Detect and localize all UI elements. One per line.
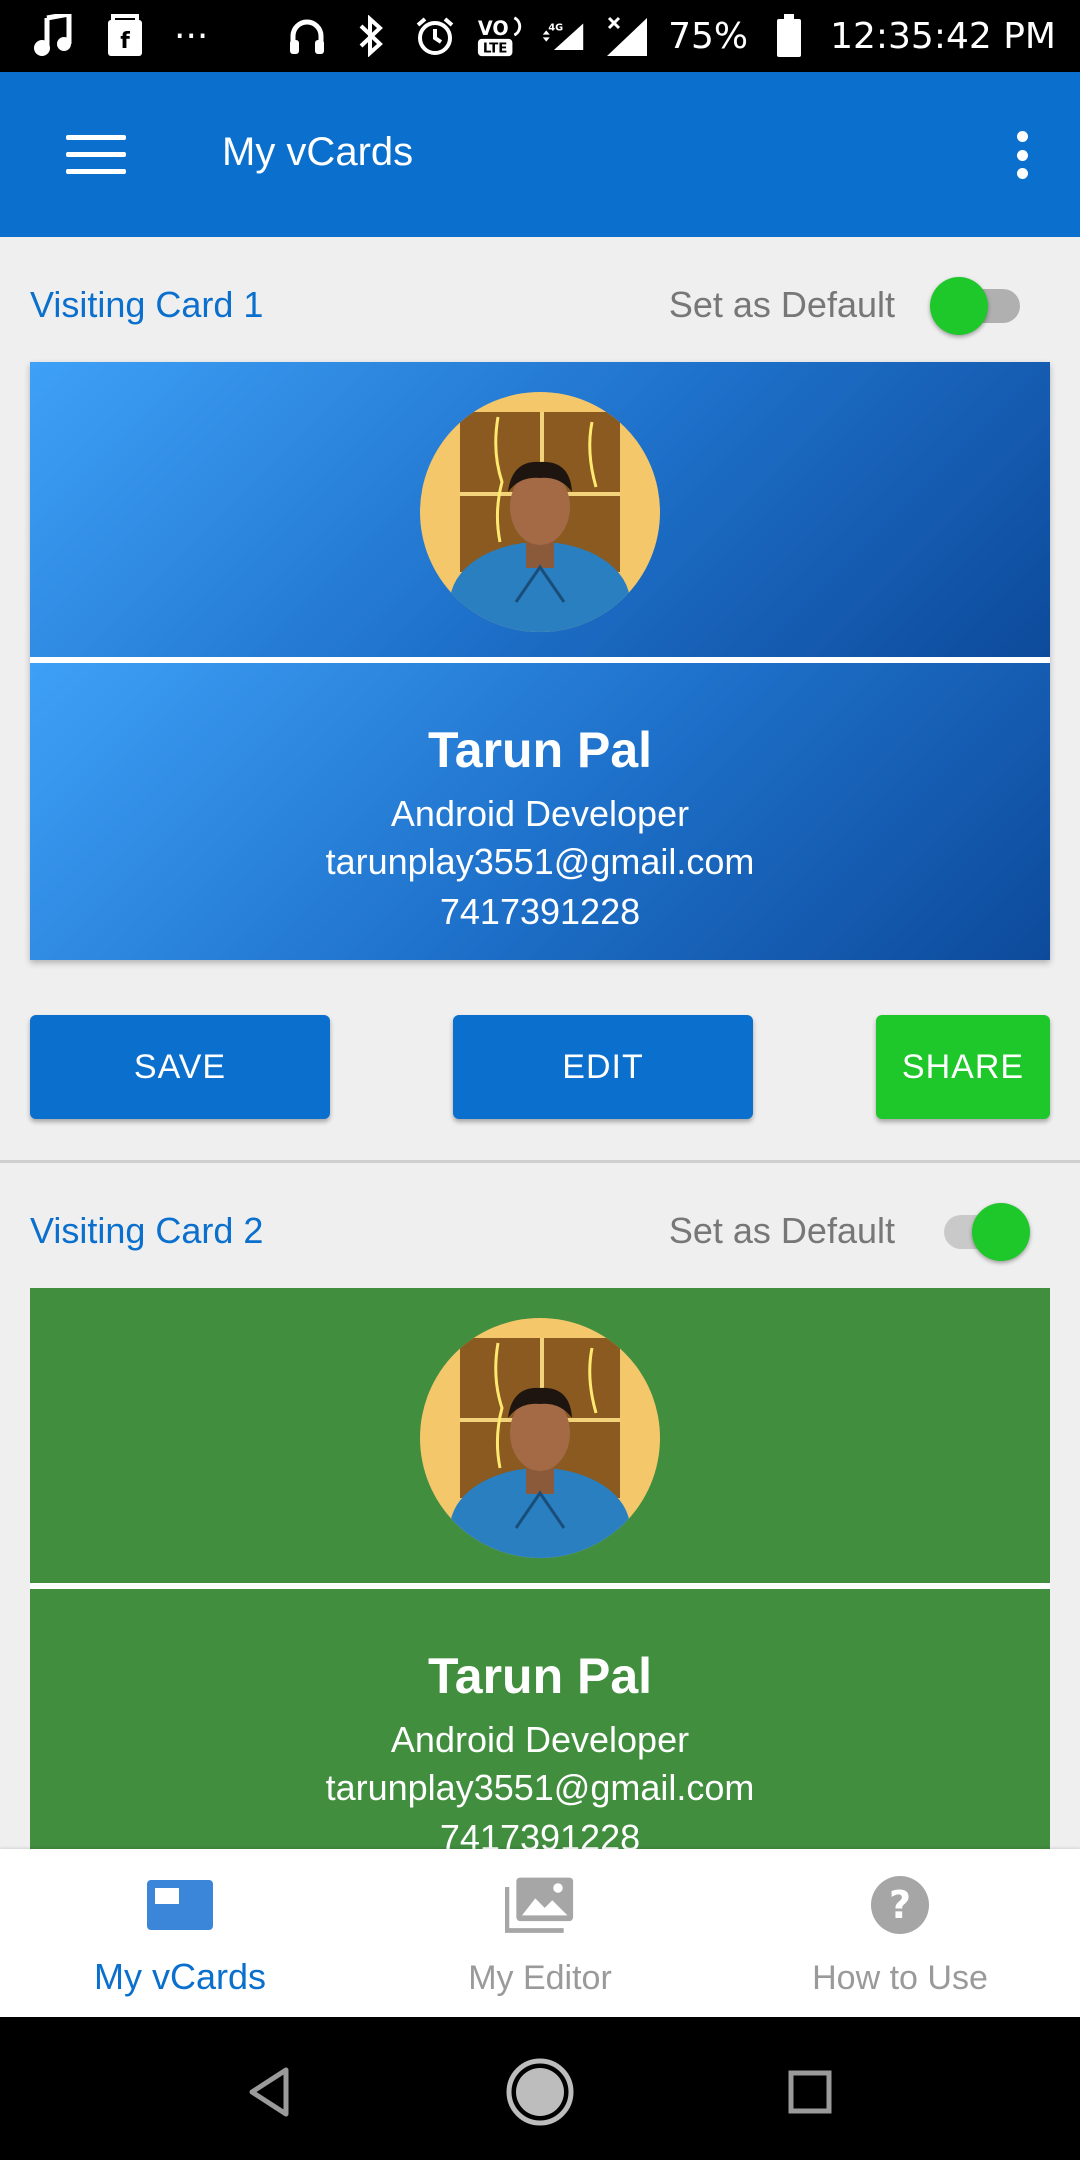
share-button[interactable]: SHARE	[876, 1015, 1050, 1119]
avatar	[420, 392, 660, 632]
nav-my-editor[interactable]: My Editor	[360, 1849, 720, 2017]
card-list[interactable]: Visiting Card 1 Set as Default Tarun Pal…	[0, 237, 1080, 1849]
music-note-icon	[30, 13, 76, 59]
battery-icon	[766, 13, 812, 59]
set-default-label: Set as Default	[668, 284, 895, 325]
bluetooth-icon	[348, 13, 394, 59]
card-heading: Visiting Card 2	[30, 1210, 264, 1251]
recent-apps-icon[interactable]	[770, 2052, 850, 2132]
card-role: Android Developer	[390, 1719, 690, 1760]
set-default-label: Set as Default	[668, 1210, 895, 1251]
store-icon: f	[102, 13, 148, 59]
volte-icon: VO LTE	[476, 13, 522, 59]
app-bar: My vCards	[0, 72, 1080, 237]
vcard-preview[interactable]: Tarun Pal Android Developer tarunplay355…	[30, 1288, 1050, 1849]
set-default-toggle[interactable]	[936, 1203, 1030, 1261]
vcard-preview[interactable]: Tarun Pal Android Developer tarunplay355…	[30, 362, 1050, 960]
nav-label: My Editor	[468, 1959, 612, 1997]
svg-text:LTE: LTE	[483, 41, 508, 56]
bottom-navigation: My vCards My Editor ? How to Use	[0, 1849, 1080, 2017]
card-actions: SAVE EDIT SHARE	[0, 960, 1080, 1160]
page-title: My vCards	[222, 130, 414, 174]
card-email: tarunplay3551@gmail.com	[325, 841, 755, 882]
hamburger-menu-icon[interactable]	[60, 127, 132, 182]
clock: 12:35:42 PM	[830, 15, 1056, 57]
card-icon	[145, 1874, 215, 1936]
back-icon[interactable]	[230, 2052, 310, 2132]
nav-my-vcards[interactable]: My vCards	[0, 1849, 360, 2017]
nav-label: My vCards	[93, 1956, 267, 1997]
card-role: Android Developer	[390, 793, 690, 834]
alarm-icon	[412, 13, 458, 59]
card-heading: Visiting Card 1	[30, 284, 264, 325]
svg-text:f: f	[120, 29, 130, 54]
card-section-2: Visiting Card 2 Set as Default Tarun Pal…	[0, 1163, 1080, 1849]
battery-percent: 75%	[668, 15, 749, 57]
set-default-toggle[interactable]	[930, 277, 1020, 335]
signal-4g-icon: 4G	[540, 13, 586, 59]
system-navigation-bar	[0, 2017, 1080, 2160]
edit-button[interactable]: EDIT	[453, 1015, 753, 1119]
svg-text:?: ?	[889, 1883, 911, 1927]
help-icon: ?	[865, 1874, 935, 1936]
gallery-icon	[505, 1874, 575, 1936]
status-overflow-dots: ···	[174, 15, 209, 57]
avatar	[420, 1318, 660, 1558]
overflow-menu-icon[interactable]	[1004, 127, 1040, 183]
card-name: Tarun Pal	[427, 722, 653, 778]
svg-text:4G: 4G	[548, 22, 563, 33]
nav-how-to-use[interactable]: ? How to Use	[720, 1849, 1080, 2017]
card-phone: 7417391228	[439, 1817, 641, 1849]
card-phone: 7417391228	[439, 891, 641, 932]
nav-label: How to Use	[812, 1959, 988, 1997]
signal-no-sim-icon	[604, 13, 650, 59]
svg-text:VO: VO	[478, 17, 509, 40]
headphones-icon	[284, 13, 330, 59]
card-section-1: Visiting Card 1 Set as Default Tarun Pal…	[0, 237, 1080, 1163]
save-button[interactable]: SAVE	[30, 1015, 330, 1119]
card-name: Tarun Pal	[427, 1648, 653, 1704]
card-email: tarunplay3551@gmail.com	[325, 1767, 755, 1808]
home-icon[interactable]	[500, 2052, 580, 2132]
status-bar: f ··· VO LTE 4G 75% 12:35:42 PM	[0, 0, 1080, 72]
